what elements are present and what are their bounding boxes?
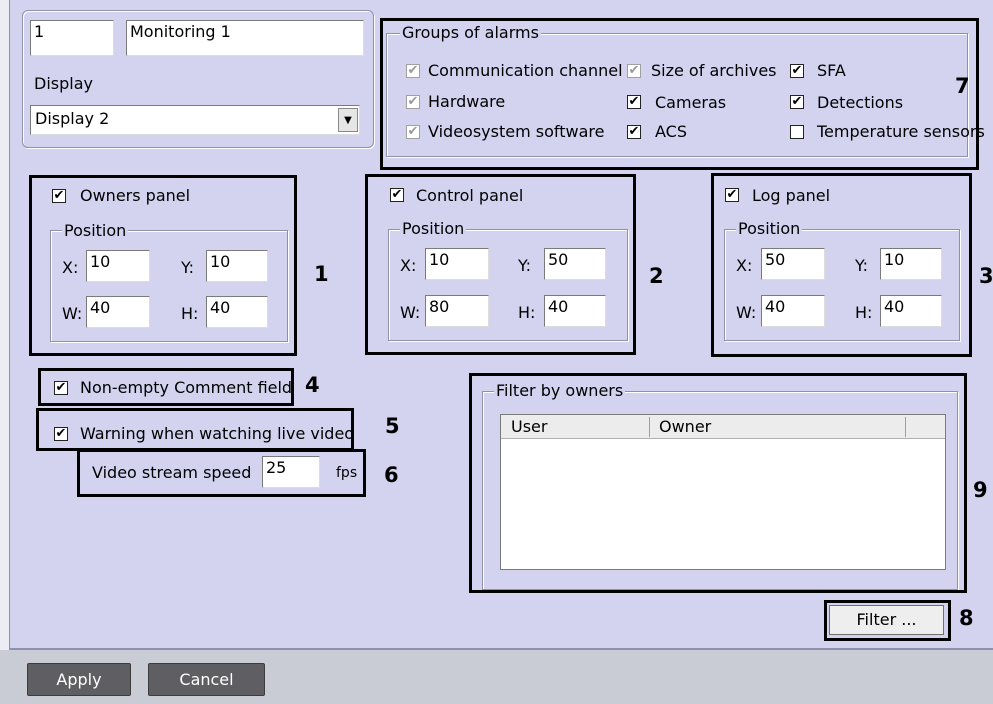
callout-number-7: 7 [955, 74, 970, 98]
callout-number-6: 6 [384, 463, 399, 487]
callout-box-8 [824, 600, 951, 641]
monitor-id-field[interactable]: 1 [30, 20, 114, 56]
apply-button[interactable]: Apply [27, 663, 131, 696]
callout-box-4 [38, 368, 294, 406]
callout-number-1: 1 [314, 262, 329, 286]
apply-button-label: Apply [56, 670, 102, 689]
monitor-name-field[interactable]: Monitoring 1 [126, 20, 364, 56]
cancel-button-label: Cancel [179, 670, 234, 689]
window-left-edge [0, 0, 10, 650]
callout-box-9 [469, 373, 967, 593]
display-select-value: Display 2 [35, 109, 110, 128]
callout-box-3 [711, 173, 972, 357]
display-label: Display [34, 74, 93, 93]
callout-number-5: 5 [385, 414, 400, 438]
callout-number-4: 4 [305, 373, 320, 397]
callout-box-2 [365, 174, 636, 355]
callout-number-3: 3 [979, 264, 993, 288]
callout-number-8: 8 [959, 606, 974, 630]
callout-box-5 [36, 408, 354, 451]
callout-box-1 [29, 175, 297, 356]
cancel-button[interactable]: Cancel [148, 663, 265, 696]
display-select[interactable]: Display 2 [30, 105, 360, 135]
callout-number-9: 9 [973, 478, 988, 502]
chevron-down-icon[interactable]: ▼ [338, 108, 358, 132]
callout-box-6 [77, 449, 366, 497]
callout-box-7 [380, 18, 979, 170]
callout-number-2: 2 [649, 264, 664, 288]
